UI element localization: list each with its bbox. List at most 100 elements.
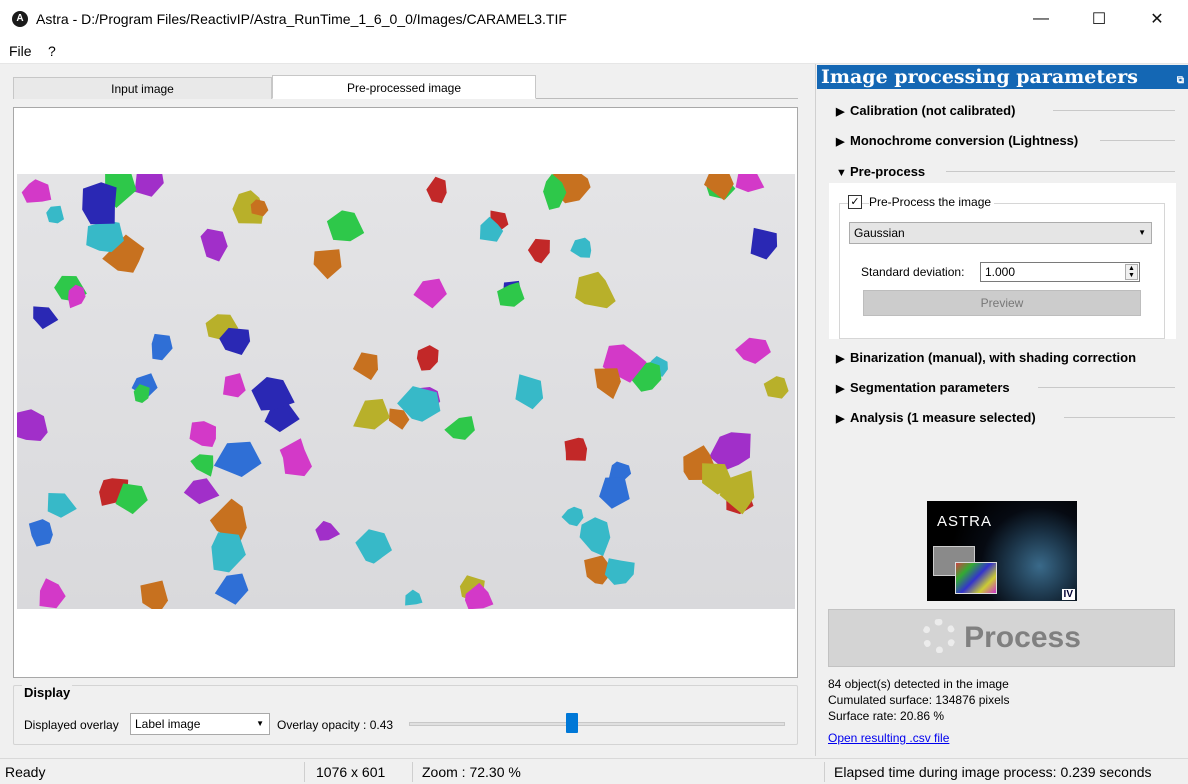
labeled-object: [750, 227, 778, 260]
labeled-object: [497, 282, 525, 307]
status-separator: [412, 762, 413, 782]
filter-select-value: Gaussian: [854, 226, 905, 240]
labeled-object: [352, 352, 378, 381]
preprocess-checkbox-label: Pre-Process the image: [869, 195, 995, 209]
overlay-select[interactable]: Label image ▼: [130, 713, 270, 735]
logo-text: ASTRA: [937, 513, 993, 530]
labeled-object: [604, 558, 635, 585]
close-button[interactable]: ✕: [1128, 0, 1186, 38]
display-title: Display: [22, 685, 73, 700]
section-label: Analysis (1 measure selected): [850, 410, 1036, 425]
status-bar: Ready 1076 x 601 Zoom : 72.30 % Elapsed …: [0, 758, 1188, 784]
minimize-button[interactable]: —: [1012, 0, 1070, 38]
menu-file[interactable]: File: [9, 43, 32, 59]
section-label: Pre-process: [850, 164, 926, 179]
section-monochrome[interactable]: ▶ Monochrome conversion (Lightness): [836, 133, 1078, 153]
image-tab-bar: Input image Pre-processed image: [13, 75, 798, 99]
expand-arrow-icon: ▶: [836, 413, 845, 425]
preprocessed-image[interactable]: [17, 174, 795, 609]
section-divider: [946, 171, 1175, 172]
check-icon: ✓: [850, 196, 860, 208]
status-separator: [824, 762, 825, 782]
labeled-object: [763, 376, 789, 399]
menu-help[interactable]: ?: [48, 43, 56, 59]
section-preprocess[interactable]: ▼ Pre-process: [836, 164, 925, 184]
section-analysis[interactable]: ▶ Analysis (1 measure selected): [836, 410, 1036, 430]
window-title: Astra - D:/Program Files/ReactivIP/Astra…: [36, 11, 567, 27]
preprocess-checkbox[interactable]: ✓: [848, 195, 862, 209]
gear-icon: [922, 619, 957, 654]
labeled-object: [200, 228, 228, 262]
opacity-slider-track[interactable]: [409, 722, 785, 726]
labeled-object: [416, 345, 439, 371]
status-image-size: 1076 x 601: [316, 764, 386, 780]
status-elapsed-time: Elapsed time during image process: 0.239…: [834, 764, 1152, 780]
labeled-object: [190, 454, 214, 477]
labeled-object: [515, 374, 544, 410]
logo-thumbnail-color: [955, 562, 997, 594]
spin-arrows-icon[interactable]: ▲ ▼: [1125, 264, 1138, 280]
labeled-object: [413, 278, 447, 309]
preview-button[interactable]: Preview: [863, 290, 1141, 316]
undock-icon[interactable]: ⧉: [1177, 69, 1184, 93]
labeled-object: [223, 373, 246, 398]
status-separator: [304, 762, 305, 782]
labeled-object: [570, 237, 592, 258]
section-binarization[interactable]: ▶ Binarization (manual), with shading cor…: [836, 350, 1136, 370]
section-label: Binarization (manual), with shading corr…: [850, 350, 1137, 365]
labeled-object: [189, 421, 216, 447]
labeled-object: [183, 478, 220, 505]
labeled-object: [140, 580, 168, 609]
labeled-object: [82, 182, 117, 225]
astra-logo: ASTRA IV: [927, 501, 1077, 601]
objects-detected: 84 object(s) detected in the image: [828, 677, 1009, 691]
labeled-object: [313, 249, 342, 280]
expand-arrow-icon: ▶: [836, 136, 845, 148]
status-ready: Ready: [5, 764, 46, 780]
expand-arrow-icon: ▶: [836, 106, 845, 118]
tab-input-image[interactable]: Input image: [13, 77, 272, 99]
collapse-arrow-icon: ▼: [836, 167, 847, 179]
labeled-object: [575, 271, 616, 309]
labeled-object: [213, 441, 262, 477]
panel-title-text: Image processing parameters: [821, 66, 1138, 88]
section-label: Segmentation parameters: [850, 380, 1010, 395]
std-deviation-label: Standard deviation:: [861, 265, 965, 279]
process-button[interactable]: Process: [828, 609, 1175, 667]
open-csv-link[interactable]: Open resulting .csv file: [828, 731, 949, 745]
filter-select[interactable]: Gaussian ▼: [849, 222, 1152, 244]
labeled-object: [527, 238, 550, 264]
opacity-slider-handle[interactable]: [566, 713, 578, 733]
section-divider: [1064, 417, 1175, 418]
maximize-button[interactable]: ☐: [1070, 0, 1128, 38]
labeled-object: [426, 176, 447, 204]
section-calibration[interactable]: ▶ Calibration (not calibrated): [836, 103, 1015, 123]
labeled-object: [134, 174, 164, 197]
labeled-object: [735, 337, 771, 364]
labeled-object: [214, 573, 249, 605]
surface-rate: Surface rate: 20.86 %: [828, 709, 945, 723]
labeled-object: [326, 210, 365, 242]
image-viewer[interactable]: [13, 107, 798, 678]
labeled-object: [579, 517, 611, 556]
cumulated-surface: Cumulated surface: 134876 pixels: [828, 693, 1010, 707]
labeled-object: [39, 578, 66, 609]
overlay-select-value: Label image: [135, 717, 201, 731]
labeled-object: [46, 205, 64, 224]
std-deviation-input[interactable]: 1.000 ▲ ▼: [980, 262, 1140, 282]
labeled-object: [151, 333, 173, 361]
menu-bar: File ?: [0, 38, 1188, 64]
display-group: Display Displayed overlay Label image ▼ …: [13, 685, 798, 745]
overlay-opacity-label: Overlay opacity : 0.43: [277, 718, 394, 732]
chevron-down-icon: ▼: [256, 719, 264, 728]
displayed-overlay-label: Displayed overlay: [24, 718, 119, 732]
section-divider: [1038, 387, 1175, 388]
section-label: Calibration (not calibrated): [850, 103, 1016, 118]
tab-preprocessed-image[interactable]: Pre-processed image: [272, 75, 536, 99]
section-divider: [1053, 110, 1175, 111]
labeled-object: [353, 398, 390, 430]
labeled-object: [355, 529, 392, 564]
section-segmentation[interactable]: ▶ Segmentation parameters: [836, 380, 1010, 400]
app-icon: A: [12, 11, 28, 27]
section-label: Monochrome conversion (Lightness): [850, 133, 1079, 148]
